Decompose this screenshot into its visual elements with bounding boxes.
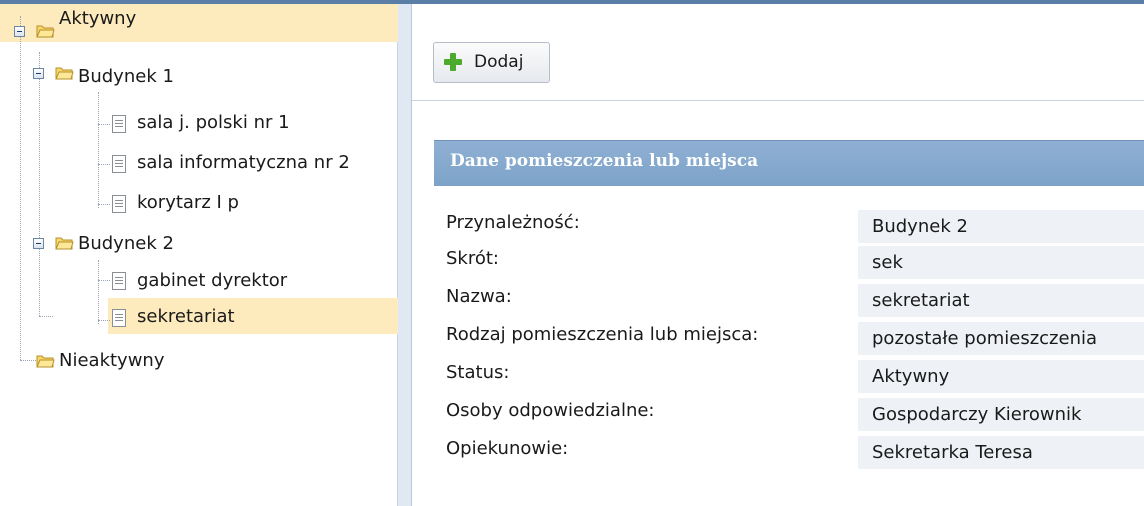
tree-item-label: korytarz I p: [137, 192, 239, 213]
panel-splitter[interactable]: [398, 4, 412, 506]
field-label: Przynależność:: [446, 212, 580, 233]
field-row: Skrót: sek: [434, 244, 1144, 282]
tree-panel: Aktywny Budynek 1 sala j. polski nr 1 sa…: [0, 4, 398, 506]
collapse-icon[interactable]: [33, 238, 44, 249]
add-button-label: Dodaj: [474, 52, 524, 72]
folder-icon: [36, 25, 55, 38]
field-row: Nazwa: sekretariat: [434, 282, 1144, 320]
tree-item-label: sala informatyczna nr 2: [137, 152, 350, 173]
field-label: Opiekunowie:: [446, 438, 569, 459]
tree-item-gabinet-dyrektor[interactable]: gabinet dyrektor: [0, 263, 398, 301]
field-value: Sekretarka Teresa: [858, 436, 1144, 469]
field-row: Status: Aktywny: [434, 358, 1144, 396]
field-row: Rodzaj pomieszczenia lub miejsca: pozost…: [434, 320, 1144, 358]
field-label: Rodzaj pomieszczenia lub miejsca:: [446, 324, 759, 345]
tree-node-budynek-2[interactable]: Budynek 2: [0, 226, 398, 264]
tree-node-label: Nieaktywny: [59, 350, 165, 371]
collapse-icon[interactable]: [14, 26, 25, 37]
details-title: Dane pomieszczenia lub miejsca: [450, 151, 759, 171]
document-icon: [112, 155, 126, 173]
tree-node-budynek-1[interactable]: Budynek 1: [0, 62, 398, 100]
tree-node-label: Aktywny: [59, 8, 137, 29]
folder-icon: [55, 67, 74, 80]
tree-item-label: sekretariat: [137, 306, 235, 327]
document-icon: [112, 195, 126, 213]
details-panel: Dodaj Dane pomieszczenia lub miejsca Prz…: [412, 4, 1144, 506]
add-button[interactable]: Dodaj: [433, 42, 550, 83]
folder-icon: [36, 355, 55, 368]
field-value: Gospodarczy Kierownik: [858, 398, 1144, 431]
tree-item-sekretariat[interactable]: sekretariat: [0, 300, 398, 338]
toolbar: Dodaj: [412, 4, 1144, 101]
field-value: Aktywny: [858, 360, 1144, 393]
folder-icon: [55, 237, 74, 250]
tree-node-label: Budynek 2: [78, 233, 174, 254]
field-value: sekretariat: [858, 284, 1144, 317]
collapse-icon[interactable]: [33, 68, 44, 79]
tree-item-label: sala j. polski nr 1: [137, 112, 290, 133]
field-row: Opiekunowie: Sekretarka Teresa: [434, 434, 1144, 472]
tree-node-label: Budynek 1: [78, 66, 174, 87]
field-label: Osoby odpowiedzialne:: [446, 400, 655, 421]
field-row: Osoby odpowiedzialne: Gospodarczy Kierow…: [434, 396, 1144, 434]
field-value: sek: [858, 246, 1144, 279]
tree-item-label: gabinet dyrektor: [137, 270, 288, 291]
field-row: Przynależność: Budynek 2: [434, 208, 1144, 246]
field-value: pozostałe pomieszczenia: [858, 322, 1144, 355]
field-value: Budynek 2: [858, 210, 1144, 243]
tree-item-sala-informatyczna[interactable]: sala informatyczna nr 2: [0, 147, 398, 185]
field-label: Nazwa:: [446, 286, 512, 307]
tree-node-nieaktywny[interactable]: Nieaktywny: [0, 342, 398, 380]
document-icon: [112, 272, 126, 290]
document-icon: [112, 309, 126, 327]
tree-item-korytarz[interactable]: korytarz I p: [0, 187, 398, 225]
field-label: Skrót:: [446, 248, 499, 269]
plus-icon: [444, 53, 462, 71]
tree-item-sala-j-polski[interactable]: sala j. polski nr 1: [0, 107, 398, 145]
document-icon: [112, 115, 126, 133]
field-label: Status:: [446, 362, 510, 383]
details-header: Dane pomieszczenia lub miejsca: [434, 140, 1144, 186]
tree-node-aktywny[interactable]: Aktywny: [0, 4, 398, 42]
